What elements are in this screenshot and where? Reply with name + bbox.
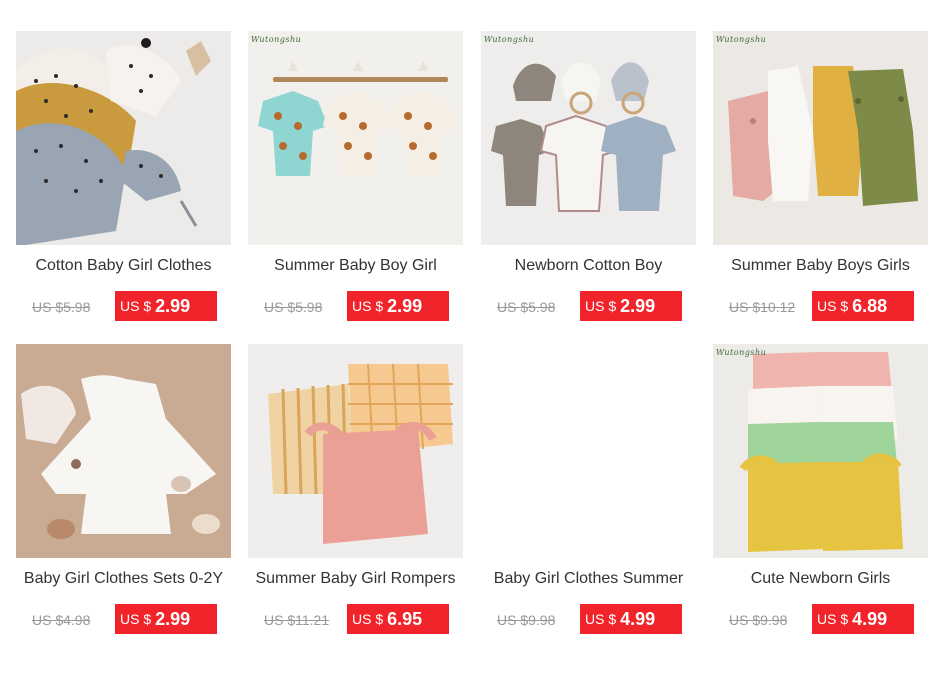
sale-price: 2.99 [155, 295, 191, 316]
product-title[interactable]: Summer Baby Boys Girls [713, 257, 928, 275]
original-price: US $9.98 [729, 612, 788, 628]
sale-price-badge: US $ 4.99 [812, 604, 914, 634]
product-card[interactable]: Wutongshu Cute Newborn Girls US $9.98 US… [713, 344, 928, 644]
product-title[interactable]: Cotton Baby Girl Clothes [16, 257, 231, 275]
product-grid: Cotton Baby Girl Clothes US $5.98 US $ 2… [0, 0, 943, 692]
sale-price: 2.99 [387, 295, 423, 316]
product-image[interactable] [248, 344, 463, 558]
currency-label: US $ [585, 298, 617, 314]
brand-watermark: Wutongshu [251, 35, 302, 44]
product-image[interactable]: Wutongshu [248, 31, 463, 245]
sale-price-badge: US $ 4.99 [580, 604, 682, 634]
product-card[interactable]: Baby Girl Clothes Summer US $9.98 US $ 4… [481, 344, 696, 644]
product-image[interactable]: Wutongshu [713, 31, 928, 245]
product-image[interactable]: Wutongshu [713, 344, 928, 558]
original-price: US $10.12 [729, 299, 796, 315]
product-title[interactable]: Baby Girl Clothes Summer [481, 570, 696, 588]
currency-label: US $ [817, 611, 849, 627]
sale-price-badge: US $ 6.95 [347, 604, 449, 634]
product-title[interactable]: Newborn Cotton Boy [481, 257, 696, 275]
sale-price-badge: US $ 6.88 [812, 291, 914, 321]
sale-price: 6.88 [852, 295, 888, 316]
product-card[interactable]: Wutongshu Summer Baby Boys Girls US $10.… [713, 31, 928, 331]
brand-watermark: Wutongshu [716, 348, 767, 357]
product-image[interactable] [16, 344, 231, 558]
original-price: US $9.98 [497, 612, 556, 628]
sale-price-badge: US $ 2.99 [347, 291, 449, 321]
currency-label: US $ [352, 298, 384, 314]
currency-label: US $ [817, 298, 849, 314]
product-card[interactable]: Wutongshu Newborn Cotton Boy US $5.98 US… [481, 31, 696, 331]
sale-price: 2.99 [155, 608, 191, 629]
product-title[interactable]: Cute Newborn Girls [713, 570, 928, 588]
currency-label: US $ [120, 298, 152, 314]
sale-price: 4.99 [852, 608, 888, 629]
currency-label: US $ [585, 611, 617, 627]
product-title[interactable]: Baby Girl Clothes Sets 0-2Y [16, 570, 231, 588]
currency-label: US $ [120, 611, 152, 627]
product-image[interactable] [16, 31, 231, 245]
original-price: US $5.98 [497, 299, 556, 315]
sale-price: 4.99 [620, 608, 656, 629]
product-card[interactable]: Wutongshu Summer Baby Boy Girl US $5.98 … [248, 31, 463, 331]
sale-price-badge: US $ 2.99 [580, 291, 682, 321]
product-card[interactable]: Summer Baby Girl Rompers US $11.21 US $ … [248, 344, 463, 644]
original-price: US $4.98 [32, 612, 91, 628]
product-title[interactable]: Summer Baby Boy Girl [248, 257, 463, 275]
sale-price: 6.95 [387, 608, 423, 629]
brand-watermark: Wutongshu [484, 35, 535, 44]
product-image[interactable]: Wutongshu [481, 31, 696, 245]
original-price: US $5.98 [264, 299, 323, 315]
product-title[interactable]: Summer Baby Girl Rompers [248, 570, 463, 588]
original-price: US $5.98 [32, 299, 91, 315]
product-card[interactable]: Baby Girl Clothes Sets 0-2Y US $4.98 US … [16, 344, 231, 644]
product-card[interactable]: Cotton Baby Girl Clothes US $5.98 US $ 2… [16, 31, 231, 331]
sale-price: 2.99 [620, 295, 656, 316]
original-price: US $11.21 [264, 612, 330, 628]
brand-watermark: Wutongshu [716, 35, 767, 44]
sale-price-badge: US $ 2.99 [115, 604, 217, 634]
product-image-placeholder[interactable] [481, 344, 696, 558]
currency-label: US $ [352, 611, 384, 627]
sale-price-badge: US $ 2.99 [115, 291, 217, 321]
